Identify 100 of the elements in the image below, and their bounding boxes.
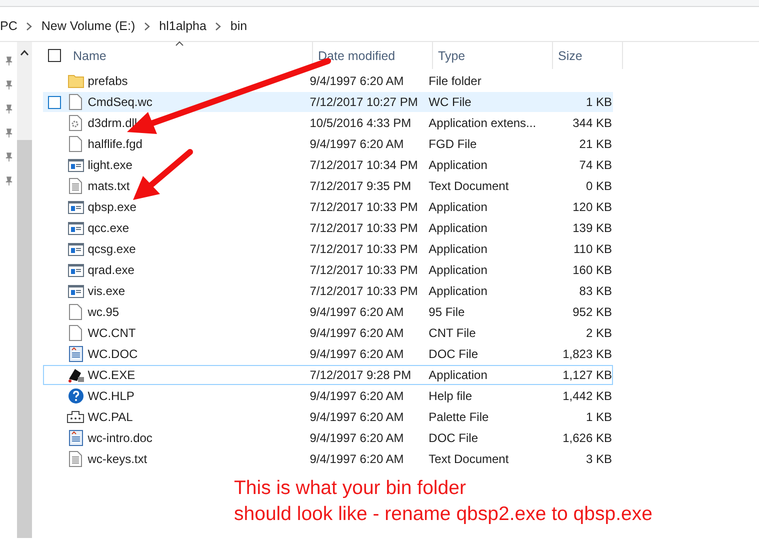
file-name: wc-keys.txt: [88, 452, 148, 466]
chevron-icon: [26, 22, 32, 30]
file-size: 1,626 KB: [562, 431, 612, 445]
column-header[interactable]: Size: [553, 42, 623, 69]
file-name: WC.EXE: [88, 368, 136, 382]
select-all-checkbox[interactable]: [48, 49, 61, 62]
pin-icon[interactable]: [4, 104, 14, 114]
date-modified: 9/4/1997 6:20 AM: [310, 74, 405, 88]
file-size: 160 KB: [572, 263, 612, 277]
file-size: 1 KB: [584, 95, 612, 109]
pin-icon[interactable]: [4, 56, 14, 66]
file-size: 110 KB: [572, 242, 612, 256]
text-file-icon: [69, 451, 82, 467]
date-modified: 9/4/1997 6:20 AM: [310, 347, 405, 361]
file-type: File folder: [428, 74, 482, 88]
pin-icon[interactable]: [4, 152, 14, 162]
scrollbar[interactable]: [17, 42, 32, 538]
file-row[interactable]: WC.CNT 9/4/1997 6:20 AM CNT File 2 KB: [43, 323, 613, 343]
date-modified: 9/4/1997 6:20 AM: [310, 410, 405, 424]
file-name: d3drm.dll: [88, 116, 138, 130]
file-row[interactable]: WC.EXE 7/12/2017 9:28 PM Application 1,127 KB: [43, 365, 613, 385]
date-modified: 7/12/2017 10:33 PM: [310, 263, 419, 277]
gear-file-icon: [69, 115, 82, 131]
palette-icon: [67, 411, 84, 423]
file-type: Application: [428, 158, 488, 172]
pin-icon[interactable]: [4, 128, 14, 138]
date-modified: 7/12/2017 10:33 PM: [310, 200, 419, 214]
column-header[interactable]: Date modified: [313, 42, 433, 69]
file-row[interactable]: CmdSeq.wc 7/12/2017 10:27 PM WC File 1 KB: [43, 92, 613, 112]
date-modified: 7/12/2017 9:35 PM: [310, 179, 412, 193]
breadcrumb-item[interactable]: hl1alpha: [159, 19, 206, 33]
file-name: WC.HLP: [88, 389, 136, 403]
file-row[interactable]: d3drm.dll 10/5/2016 4:33 PM Application extens... 344 KB: [43, 113, 613, 133]
file-size: 120 KB: [572, 200, 612, 214]
file-row[interactable]: mats.txt 7/12/2017 9:35 PM Text Document 0 KB: [43, 176, 613, 196]
file-size: 1 KB: [584, 410, 612, 424]
date-modified: 7/12/2017 10:27 PM: [310, 95, 419, 109]
scroll-up-icon[interactable]: [20, 50, 29, 56]
file-type: Palette File: [428, 410, 490, 424]
file-type: Application: [428, 242, 488, 256]
file-type: Application: [428, 284, 488, 298]
file-row[interactable]: wc.95 9/4/1997 6:20 AM 95 File 952 KB: [43, 302, 613, 322]
file-type: Application: [428, 200, 488, 214]
row-checkbox[interactable]: [48, 96, 61, 108]
pin-icon[interactable]: [4, 176, 14, 186]
file-type: WC File: [428, 95, 472, 109]
breadcrumb-item[interactable]: PC: [0, 19, 18, 33]
file-row[interactable]: qbsp.exe 7/12/2017 10:33 PM Application 120 KB: [43, 197, 613, 217]
sort-caret-icon: [175, 41, 184, 46]
file-row[interactable]: wc-keys.txt 9/4/1997 6:20 AM Text Document 3 KB: [43, 449, 613, 469]
scrollbar-thumb[interactable]: [17, 140, 32, 538]
file-type: DOC File: [428, 347, 479, 361]
file-size: 21 KB: [578, 137, 612, 151]
column-header[interactable]: Type: [433, 42, 553, 69]
file-row[interactable]: prefabs 9/4/1997 6:20 AM File folder: [43, 71, 613, 91]
file-row[interactable]: WC.HLP 9/4/1997 6:20 AM Help file 1,442 KB: [43, 386, 613, 406]
file-row[interactable]: wc-intro.doc 9/4/1997 6:20 AM DOC File 1,626 KB: [43, 428, 613, 448]
application-icon: [68, 200, 84, 214]
file-size: 0 KB: [584, 179, 612, 193]
file-row[interactable]: qcsg.exe 7/12/2017 10:33 PM Application 110 KB: [43, 239, 613, 259]
file-row[interactable]: halflife.fgd 9/4/1997 6:20 AM FGD File 21 KB: [43, 134, 613, 154]
date-modified: 9/4/1997 6:20 AM: [310, 452, 405, 466]
file-size: 1,823 KB: [562, 347, 612, 361]
file-type: Application: [428, 221, 488, 235]
file-type: DOC File: [428, 431, 479, 445]
file-size: 139 KB: [572, 221, 612, 235]
application-icon: [68, 158, 84, 172]
pin-icon[interactable]: [4, 80, 14, 90]
help-icon: [68, 388, 84, 404]
document-icon: [68, 430, 83, 446]
file-size: 83 KB: [578, 284, 612, 298]
file-name: qcc.exe: [88, 221, 130, 235]
chevron-icon: [215, 22, 222, 30]
file-row[interactable]: qcc.exe 7/12/2017 10:33 PM Application 139 KB: [43, 218, 613, 238]
file-name: halflife.fgd: [88, 137, 144, 151]
file-row[interactable]: WC.PAL 9/4/1997 6:20 AM Palette File 1 KB: [43, 407, 613, 427]
breadcrumb-item[interactable]: New Volume (E:): [41, 19, 136, 33]
file-size: 3 KB: [584, 452, 612, 466]
file-size: 952 KB: [572, 305, 612, 319]
file-type: Text Document: [428, 179, 510, 193]
date-modified: 7/12/2017 10:34 PM: [310, 158, 419, 172]
file-name: WC.DOC: [88, 347, 139, 361]
file-type: Text Document: [428, 452, 510, 466]
file-icon: [69, 136, 82, 152]
file-row[interactable]: WC.DOC 9/4/1997 6:20 AM DOC File 1,823 KB: [43, 344, 613, 364]
file-name: light.exe: [88, 158, 134, 172]
column-header[interactable]: Name: [71, 42, 313, 69]
file-row[interactable]: vis.exe 7/12/2017 10:33 PM Application 83 KB: [43, 281, 613, 301]
date-modified: 7/12/2017 9:28 PM: [310, 368, 412, 382]
file-type: Application: [428, 368, 488, 382]
breadcrumb-item[interactable]: bin: [230, 19, 248, 33]
file-icon: [69, 94, 82, 110]
file-name: qrad.exe: [88, 263, 136, 277]
file-name: CmdSeq.wc: [88, 95, 154, 109]
document-icon: [68, 346, 83, 362]
file-row[interactable]: qrad.exe 7/12/2017 10:33 PM Application 160 KB: [43, 260, 613, 280]
file-row[interactable]: light.exe 7/12/2017 10:34 PM Application 74 KB: [43, 155, 613, 175]
text-file-icon: [69, 178, 82, 194]
file-name: wc-intro.doc: [88, 431, 154, 445]
file-type: CNT File: [428, 326, 477, 340]
